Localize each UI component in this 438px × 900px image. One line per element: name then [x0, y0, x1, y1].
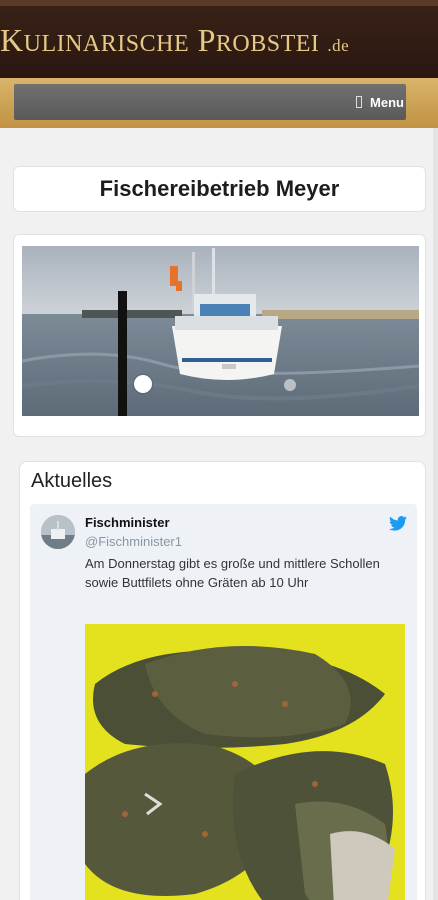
hamburger-icon	[356, 96, 363, 108]
logo-word-probstei: ROBSTEI	[215, 31, 320, 57]
logo-letter-k: K	[0, 22, 24, 58]
tweet-text: Am Donnerstag gibt es große und mittlere…	[85, 556, 380, 590]
tweet-author-handle[interactable]: @Fischminister1	[85, 534, 182, 549]
logo-letter-p: P	[197, 22, 216, 58]
news-card: Aktuelles Fischminister @Fischminister1 …	[19, 461, 426, 900]
news-heading: Aktuelles	[31, 470, 113, 492]
header-top-line	[0, 0, 438, 6]
page-title: Fischereibetrieb Meyer	[99, 176, 340, 201]
scrollbar-track[interactable]	[433, 128, 438, 900]
menu-label: Menu	[370, 94, 404, 110]
tweet-embed[interactable]: Fischminister @Fischminister1 Am Donners…	[30, 504, 417, 900]
navigation-bar: Menu	[0, 78, 438, 128]
menu-button[interactable]: Menu	[356, 84, 406, 120]
logo-tld: .de	[327, 36, 350, 55]
tweet-fish-photo[interactable]	[85, 624, 405, 900]
slider-dot[interactable]	[284, 379, 296, 391]
logo-word-kulinarische: ULINARISCHE	[23, 31, 190, 57]
slider-dot-active[interactable]	[134, 375, 152, 393]
avatar[interactable]	[41, 515, 75, 549]
image-slider-card	[13, 234, 426, 437]
site-header: KULINARISCHE PROBSTEI .de	[0, 0, 438, 78]
page-title-card: Fischereibetrieb Meyer	[13, 166, 426, 212]
twitter-bird-icon[interactable]	[389, 516, 407, 536]
tweet-author-name[interactable]: Fischminister	[85, 515, 170, 530]
navigation-inner: Menu	[14, 84, 406, 120]
boat-photo[interactable]	[22, 246, 419, 416]
site-logo[interactable]: KULINARISCHE PROBSTEI .de	[0, 18, 438, 62]
